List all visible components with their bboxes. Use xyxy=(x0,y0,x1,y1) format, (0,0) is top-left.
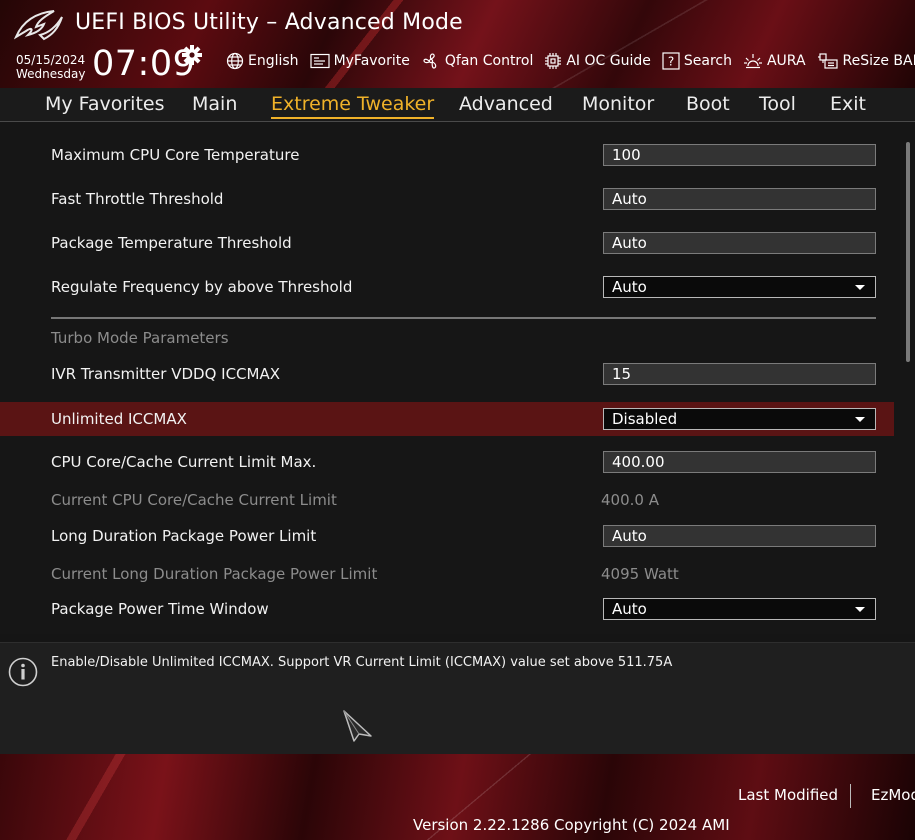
current-cpu-limit-value: 400.0 A xyxy=(601,491,659,509)
aura-button[interactable]: AURA xyxy=(743,52,806,70)
ivr-vddq-iccmax-input[interactable]: 15 xyxy=(603,363,876,385)
help-panel: Enable/Disable Unlimited ICCMAX. Support… xyxy=(0,642,915,755)
search-button[interactable]: ? Search xyxy=(662,52,732,70)
setting-row-package-temp[interactable]: Package Temperature Threshold Auto xyxy=(0,226,894,260)
dropdown-value: Disabled xyxy=(612,410,678,428)
gear-icon[interactable] xyxy=(181,44,203,66)
resize-bar-label: ReSize BAR xyxy=(842,53,915,69)
dropdown-value: Auto xyxy=(612,278,647,296)
help-description: Enable/Disable Unlimited ICCMAX. Support… xyxy=(51,655,673,670)
setting-row-cpu-current-limit-max[interactable]: CPU Core/Cache Current Limit Max. 400.00 xyxy=(0,445,894,479)
aura-label: AURA xyxy=(766,53,806,69)
menu-tab-extreme-tweaker[interactable]: Extreme Tweaker xyxy=(271,91,435,119)
caret-down-icon xyxy=(855,607,865,612)
info-row-current-long-ppl: Current Long Duration Package Power Limi… xyxy=(0,557,894,591)
resize-bar-icon xyxy=(817,53,838,69)
caret-down-icon xyxy=(855,285,865,290)
language-button[interactable]: English xyxy=(226,52,299,70)
caret-down-icon xyxy=(855,417,865,422)
info-row-current-cpu-limit: Current CPU Core/Cache Current Limit 400… xyxy=(0,483,894,517)
menu-tab-boot[interactable]: Boot xyxy=(686,91,730,117)
unlimited-iccmax-dropdown[interactable]: Disabled xyxy=(603,408,876,430)
qfan-control-label: Qfan Control xyxy=(444,53,534,69)
section-divider xyxy=(51,317,876,319)
version-copyright: Version 2.22.1286 Copyright (C) 2024 AMI xyxy=(413,816,730,834)
menu-tab-advanced[interactable]: Advanced xyxy=(459,91,553,117)
setting-label: Maximum CPU Core Temperature xyxy=(51,146,300,164)
mouse-pointer-icon xyxy=(343,710,372,742)
setting-row-ivr-vddq-iccmax[interactable]: IVR Transmitter VDDQ ICCMAX 15 xyxy=(0,357,894,391)
search-question-icon: ? xyxy=(662,52,680,70)
favorite-icon xyxy=(309,53,330,69)
package-temp-input[interactable]: Auto xyxy=(603,232,876,254)
aura-icon xyxy=(743,54,762,69)
menu-tab-monitor[interactable]: Monitor xyxy=(582,91,654,117)
package-power-window-dropdown[interactable]: Auto xyxy=(603,598,876,620)
ai-oc-guide-button[interactable]: AI OC Guide xyxy=(544,52,651,70)
setting-row-max-cpu-core-temp[interactable]: Maximum CPU Core Temperature 100 xyxy=(0,138,894,172)
setting-label: Package Temperature Threshold xyxy=(51,234,292,252)
weekday-text: Wednesday xyxy=(16,67,86,81)
long-duration-ppl-input[interactable]: Auto xyxy=(603,525,876,547)
qfan-control-button[interactable]: Qfan Control xyxy=(421,52,533,70)
setting-label: Current Long Duration Package Power Limi… xyxy=(51,565,378,583)
myfavorite-button[interactable]: MyFavorite xyxy=(309,53,410,69)
date-text: 05/15/2024 xyxy=(16,53,86,67)
setting-label: Current CPU Core/Cache Current Limit xyxy=(51,491,337,509)
menu-tab-main[interactable]: Main xyxy=(192,91,237,117)
turbo-mode-section-label: Turbo Mode Parameters xyxy=(51,329,229,347)
info-icon xyxy=(8,657,38,687)
setting-row-regulate-frequency[interactable]: Regulate Frequency by above Threshold Au… xyxy=(0,270,894,304)
ai-chip-icon xyxy=(545,53,562,69)
search-label: Search xyxy=(683,53,732,69)
setting-label: Regulate Frequency by above Threshold xyxy=(51,278,353,296)
date-display: 05/15/2024 Wednesday xyxy=(16,53,85,81)
main-menu-bar: My Favorites Main Extreme Tweaker Advanc… xyxy=(0,88,915,122)
setting-label: IVR Transmitter VDDQ ICCMAX xyxy=(51,365,281,383)
menu-tab-exit[interactable]: Exit xyxy=(830,91,866,117)
ez-mode-button[interactable]: EzMod xyxy=(871,786,915,804)
setting-label: Fast Throttle Threshold xyxy=(51,190,224,208)
menu-tab-tool[interactable]: Tool xyxy=(759,91,796,117)
dropdown-value: Auto xyxy=(612,600,647,618)
footer-bar: Last Modified EzMod Version 2.22.1286 Co… xyxy=(0,754,915,840)
rog-logo-icon xyxy=(14,10,63,41)
footer-separator xyxy=(850,784,851,808)
setting-label: Package Power Time Window xyxy=(51,600,269,618)
last-modified-button[interactable]: Last Modified xyxy=(738,786,838,804)
current-long-ppl-value: 4095 Watt xyxy=(601,565,679,583)
setting-row-fast-throttle[interactable]: Fast Throttle Threshold Auto xyxy=(0,182,894,216)
top-toolbar: English MyFavorite Qfan Control AI OC Gu… xyxy=(226,50,915,72)
setting-label: Long Duration Package Power Limit xyxy=(51,527,317,545)
setting-row-unlimited-iccmax[interactable]: Unlimited ICCMAX Disabled xyxy=(0,402,894,436)
setting-row-package-power-window[interactable]: Package Power Time Window Auto xyxy=(0,592,894,626)
setting-label: CPU Core/Cache Current Limit Max. xyxy=(51,453,317,471)
cpu-current-limit-max-input[interactable]: 400.00 xyxy=(603,451,876,473)
globe-icon xyxy=(226,52,244,70)
resize-bar-button[interactable]: ReSize BAR xyxy=(817,52,915,70)
settings-scrollbar[interactable] xyxy=(906,142,910,362)
header-bar: UEFI BIOS Utility – Advanced Mode 05/15/… xyxy=(0,0,915,88)
setting-row-long-duration-ppl[interactable]: Long Duration Package Power Limit Auto xyxy=(0,519,894,553)
fan-icon xyxy=(423,53,437,69)
setting-label: Unlimited ICCMAX xyxy=(51,410,187,428)
language-label: English xyxy=(248,53,299,69)
svg-text:?: ? xyxy=(668,55,674,69)
max-cpu-core-temp-input[interactable]: 100 xyxy=(603,144,876,166)
ai-oc-guide-label: AI OC Guide xyxy=(566,53,651,69)
app-title: UEFI BIOS Utility – Advanced Mode xyxy=(75,10,463,35)
fast-throttle-input[interactable]: Auto xyxy=(603,188,876,210)
myfavorite-label: MyFavorite xyxy=(333,53,410,69)
settings-panel: Maximum CPU Core Temperature 100 Fast Th… xyxy=(0,122,915,634)
menu-tab-my-favorites[interactable]: My Favorites xyxy=(45,91,165,117)
clock-time: 07:09 xyxy=(92,44,196,84)
regulate-frequency-dropdown[interactable]: Auto xyxy=(603,276,876,298)
